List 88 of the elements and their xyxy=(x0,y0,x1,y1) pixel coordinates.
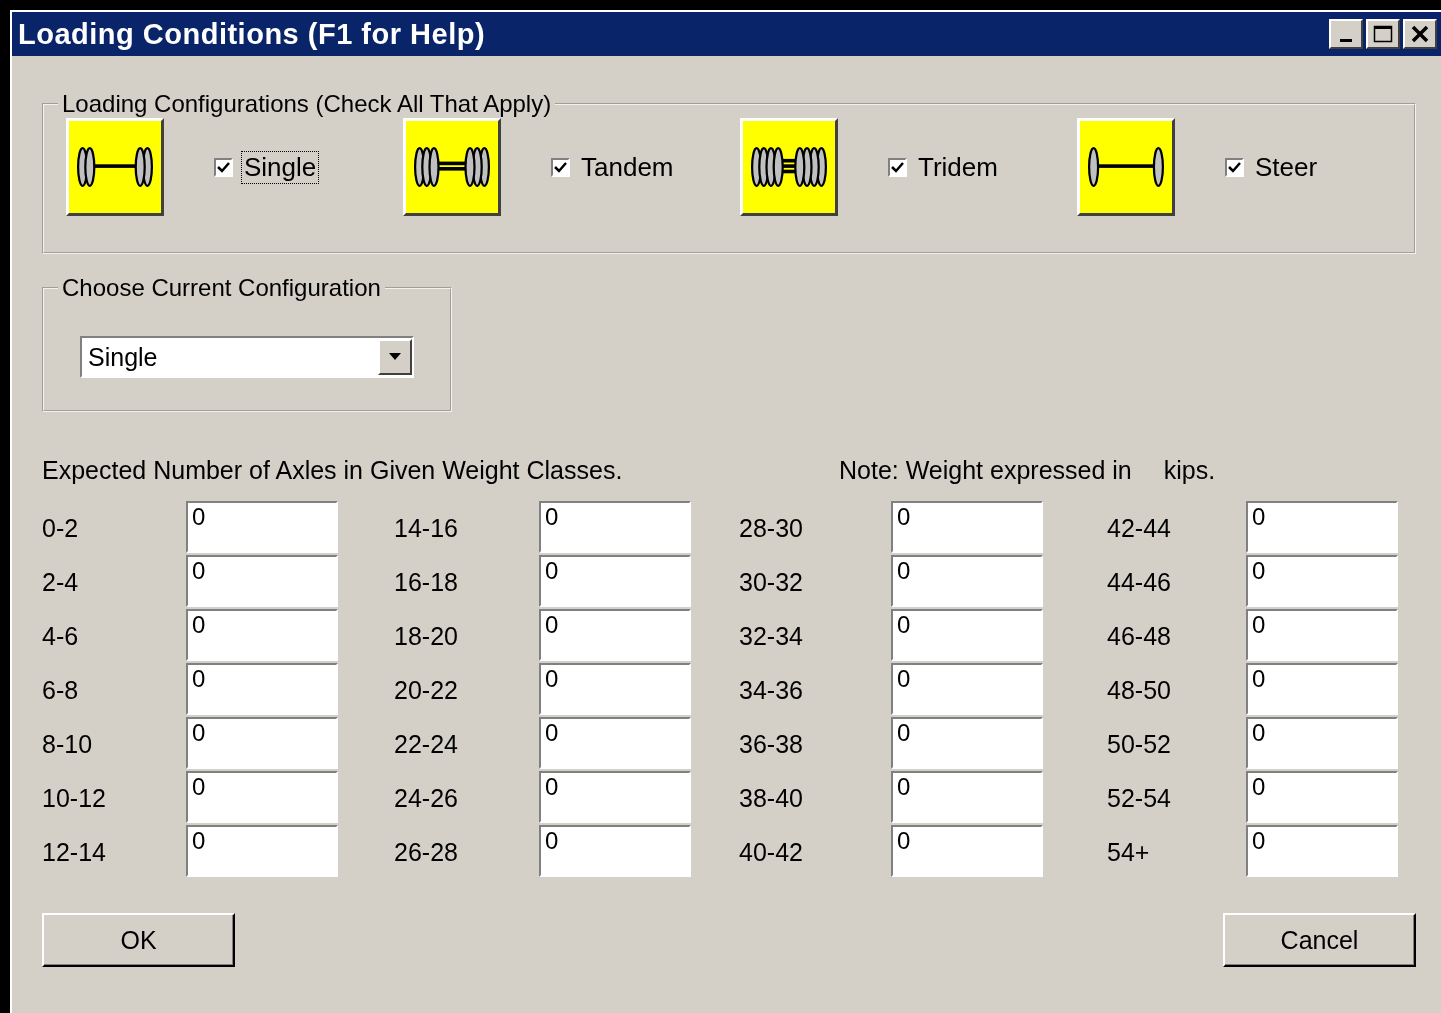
axle-count-field[interactable]: 0 xyxy=(891,825,1043,877)
check-icon xyxy=(554,160,567,174)
weight-class-label: 38-40 xyxy=(739,783,804,813)
axle-count-field[interactable]: 0 xyxy=(186,609,338,661)
axle-button[interactable] xyxy=(1077,118,1175,216)
configuration-dropdown[interactable]: Single xyxy=(80,336,414,378)
checkbox-label[interactable]: Tandem xyxy=(578,150,677,184)
weight-class-label: 44-46 xyxy=(1107,567,1172,597)
axle-button[interactable] xyxy=(403,118,501,216)
weight-class-label: 10-12 xyxy=(42,783,107,813)
check-icon xyxy=(891,160,904,174)
config-checkbox[interactable] xyxy=(551,157,570,177)
weight-class-label: 46-48 xyxy=(1107,621,1172,651)
checkbox-label[interactable]: Tridem xyxy=(915,150,1001,184)
weight-class-label: 28-30 xyxy=(739,513,804,543)
axle-count-field[interactable]: 0 xyxy=(539,825,691,877)
axle-count-field[interactable]: 0 xyxy=(891,663,1043,715)
close-button[interactable] xyxy=(1403,19,1437,49)
axle-count-field[interactable]: 0 xyxy=(186,555,338,607)
check-icon xyxy=(1228,160,1241,174)
axle-count-field[interactable]: 0 xyxy=(1246,771,1398,823)
weight-class-label: 24-26 xyxy=(394,783,459,813)
axle-count-field[interactable]: 0 xyxy=(186,501,338,553)
weight-class-label: 32-34 xyxy=(739,621,804,651)
weight-class-label: 8-10 xyxy=(42,729,94,759)
weight-class-label: 54+ xyxy=(1107,837,1151,867)
minimize-button[interactable] xyxy=(1329,19,1363,49)
weight-class-label: 22-24 xyxy=(394,729,459,759)
checkbox-label[interactable]: Single xyxy=(241,150,320,184)
checkbox-label[interactable]: Steer xyxy=(1252,150,1321,184)
axle-count-field[interactable]: 0 xyxy=(1246,555,1398,607)
group-label: Choose Current Configuration xyxy=(61,274,382,302)
weight-class-label: 34-36 xyxy=(739,675,804,705)
weight-class-label: 0-2 xyxy=(42,513,80,543)
note-text: Note: Weight expressed in xyxy=(839,456,1132,485)
weight-class-label: 42-44 xyxy=(1107,513,1172,543)
axle-count-field[interactable]: 0 xyxy=(539,555,691,607)
section-heading: Expected Number of Axles in Given Weight Classes. xyxy=(42,456,624,485)
window-title: Loading Conditions (F1 for Help) xyxy=(18,17,486,51)
axle-count-field[interactable]: 0 xyxy=(1246,609,1398,661)
weight-class-label: 4-6 xyxy=(42,621,80,651)
weight-class-label: 16-18 xyxy=(394,567,459,597)
weight-class-label: 18-20 xyxy=(394,621,459,651)
check-icon xyxy=(217,160,230,174)
axle-count-field[interactable]: 0 xyxy=(1246,825,1398,877)
dropdown-arrow-icon xyxy=(389,353,401,361)
axle-count-field[interactable]: 0 xyxy=(186,771,338,823)
axle-count-field[interactable]: 0 xyxy=(891,609,1043,661)
axle-count-field[interactable]: 0 xyxy=(186,717,338,769)
weight-class-label: 36-38 xyxy=(739,729,804,759)
axle-count-field[interactable]: 0 xyxy=(186,663,338,715)
axle-count-field[interactable]: 0 xyxy=(539,609,691,661)
axle-button[interactable] xyxy=(66,118,164,216)
group-label: Loading Configurations (Check All That Apply) xyxy=(61,90,553,118)
axle-count-field[interactable]: 0 xyxy=(891,771,1043,823)
weight-class-label: 20-22 xyxy=(394,675,459,705)
weight-class-label: 6-8 xyxy=(42,675,80,705)
axle-count-field[interactable]: 0 xyxy=(539,663,691,715)
weight-class-label: 30-32 xyxy=(739,567,804,597)
unit-text: kips. xyxy=(1163,456,1216,485)
axle-count-field[interactable]: 0 xyxy=(1246,717,1398,769)
weight-class-label: 52-54 xyxy=(1107,783,1172,813)
weight-class-label: 26-28 xyxy=(394,837,459,867)
minimize-icon xyxy=(1340,38,1352,42)
config-checkbox[interactable] xyxy=(214,157,233,177)
axle-count-field[interactable]: 0 xyxy=(891,555,1043,607)
axle-count-field[interactable]: 0 xyxy=(186,825,338,877)
weight-class-label: 2-4 xyxy=(42,567,80,597)
cancel-button[interactable]: Cancel xyxy=(1223,913,1416,967)
config-checkbox[interactable] xyxy=(888,157,907,177)
weight-class-label: 12-14 xyxy=(42,837,107,867)
config-checkbox[interactable] xyxy=(1225,157,1244,177)
close-icon xyxy=(1411,25,1429,43)
weight-class-label: 14-16 xyxy=(394,513,459,543)
ok-button[interactable]: OK xyxy=(42,913,235,967)
axle-count-field[interactable]: 0 xyxy=(539,501,691,553)
axle-count-field[interactable]: 0 xyxy=(1246,663,1398,715)
axle-count-field[interactable]: 0 xyxy=(891,717,1043,769)
weight-class-label: 48-50 xyxy=(1107,675,1172,705)
maximize-icon xyxy=(1373,25,1393,43)
maximize-button[interactable] xyxy=(1366,19,1400,49)
weight-class-label: 50-52 xyxy=(1107,729,1172,759)
axle-count-field[interactable]: 0 xyxy=(891,501,1043,553)
axle-button[interactable] xyxy=(740,118,838,216)
axle-count-field[interactable]: 0 xyxy=(1246,501,1398,553)
axle-count-field[interactable]: 0 xyxy=(539,771,691,823)
weight-class-label: 40-42 xyxy=(739,837,804,867)
axle-count-field[interactable]: 0 xyxy=(539,717,691,769)
